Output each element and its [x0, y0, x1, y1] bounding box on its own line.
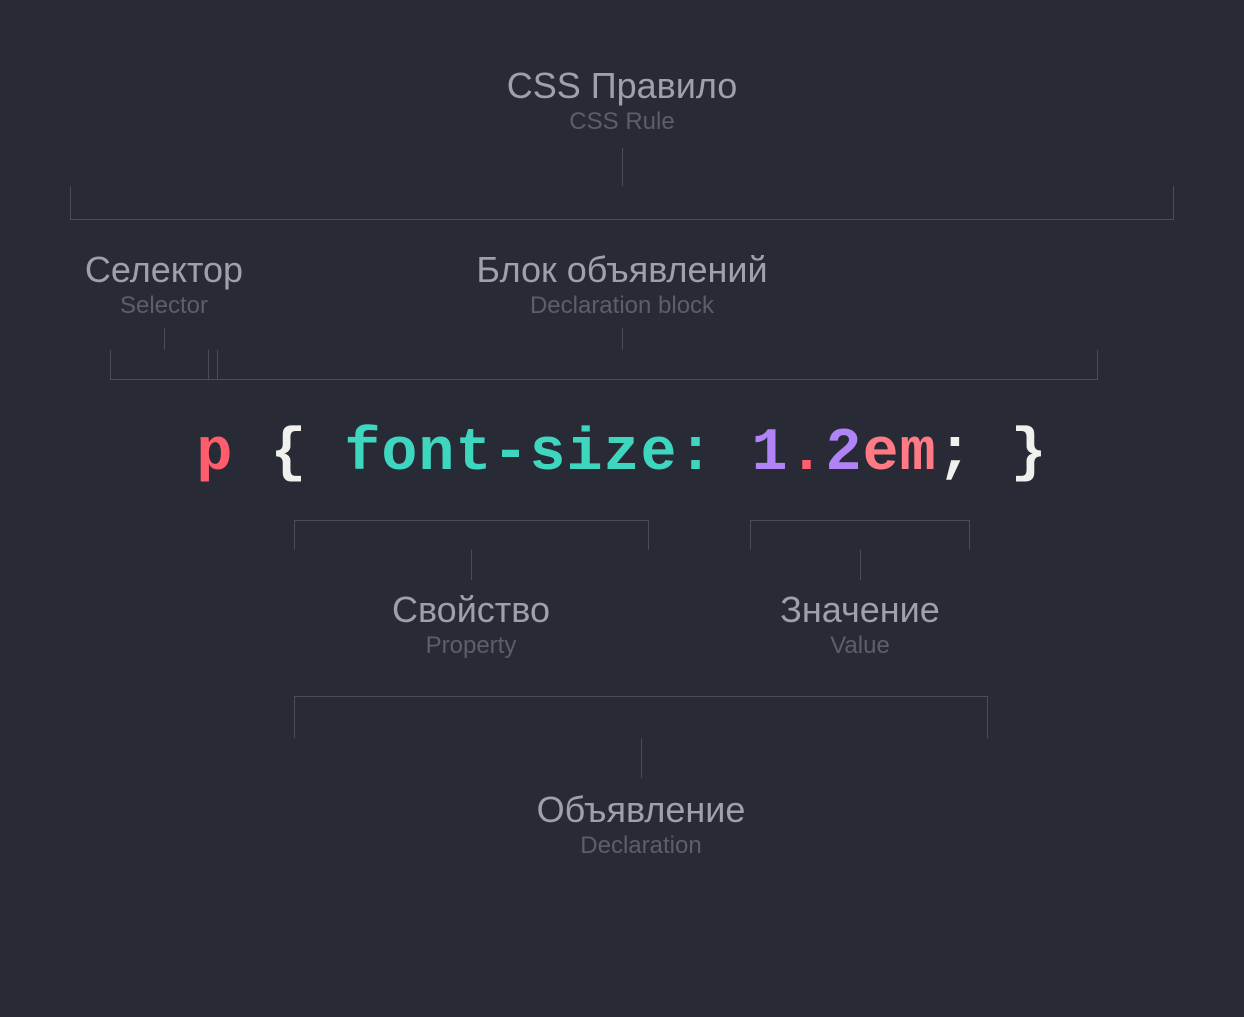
code-semicolon: ; — [937, 420, 974, 488]
title-en: CSS Rule — [507, 108, 738, 136]
property-en: Property — [392, 632, 550, 660]
selector-en: Selector — [85, 292, 243, 320]
code-line: p { font-size: 1.2em; } — [0, 420, 1244, 488]
value-en: Value — [780, 632, 940, 660]
code-selector: p — [196, 420, 233, 488]
code-property: font-size — [344, 420, 677, 488]
selector-stem — [164, 328, 165, 350]
declaration-en: Declaration — [537, 832, 746, 860]
property-bracket — [294, 520, 649, 550]
declaration-block-en: Declaration block — [476, 292, 767, 320]
code-colon: : — [677, 420, 714, 488]
declaration-bracket — [294, 696, 988, 738]
title-ru: CSS Правило — [507, 66, 738, 106]
selector-ru: Селектор — [85, 250, 243, 290]
code-brace-close: } — [1011, 420, 1048, 488]
declaration-label: Объявление Declaration — [537, 790, 746, 860]
value-bracket — [750, 520, 970, 550]
title-label: CSS Правило CSS Rule — [507, 66, 738, 136]
property-ru: Свойство — [392, 590, 550, 630]
property-label: Свойство Property — [392, 590, 550, 660]
value-label: Значение Value — [780, 590, 940, 660]
title-stem — [622, 148, 623, 186]
property-stem — [471, 550, 472, 580]
selector-label: Селектор Selector — [85, 250, 243, 320]
declblock-stem — [622, 328, 623, 350]
declaration-ru: Объявление — [537, 790, 746, 830]
code-unit: em — [863, 420, 937, 488]
code-brace-open: { — [270, 420, 344, 488]
declaration-stem — [641, 738, 642, 778]
code-value-dot: . — [789, 420, 826, 488]
value-ru: Значение — [780, 590, 940, 630]
code-value-frac: 2 — [826, 420, 863, 488]
code-value-int: 1 — [752, 420, 789, 488]
value-stem — [860, 550, 861, 580]
declblock-bracket — [208, 350, 1098, 380]
main-bracket — [70, 186, 1174, 220]
declaration-block-ru: Блок объявлений — [476, 250, 767, 290]
selector-bracket — [110, 350, 218, 380]
declaration-block-label: Блок объявлений Declaration block — [476, 250, 767, 320]
